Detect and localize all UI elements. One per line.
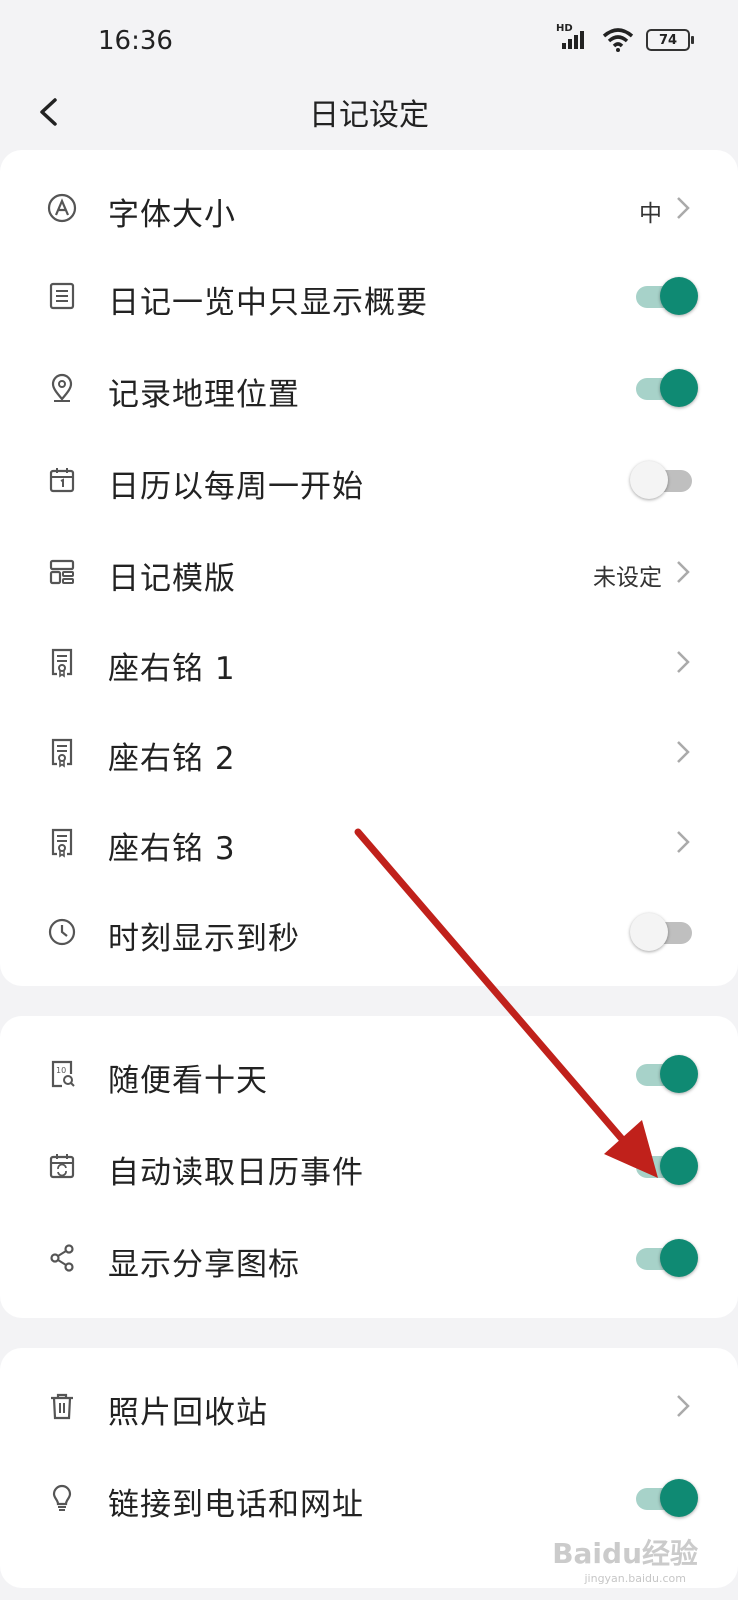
network-type-label: HD <box>556 23 573 34</box>
settings-card-features: 10 随便看十天 自动读取日历事件 显示分享图标 <box>0 1016 738 1318</box>
toggle-switch[interactable] <box>634 1054 698 1094</box>
chevron-right-icon <box>677 831 690 853</box>
cellular-signal-icon: HD <box>556 23 590 51</box>
status-time: 16:36 <box>98 26 173 56</box>
watermark-url: jingyan.baidu.com <box>584 1572 686 1585</box>
setting-label: 显示分享图标 <box>108 1247 300 1283</box>
setting-row-motto-2[interactable]: 座右铭 2 <box>0 706 738 798</box>
setting-label: 座右铭 1 <box>108 651 236 687</box>
clock-icon <box>48 918 76 946</box>
toggle-switch[interactable] <box>630 460 698 500</box>
svg-text:10: 10 <box>56 1066 66 1075</box>
setting-label: 座右铭 3 <box>108 831 236 867</box>
setting-label: 链接到电话和网址 <box>108 1487 364 1523</box>
certificate-icon <box>51 648 73 678</box>
setting-label: 随便看十天 <box>108 1063 268 1099</box>
setting-label: 日历以每周一开始 <box>108 469 364 505</box>
setting-label: 照片回收站 <box>108 1395 268 1431</box>
trash-icon <box>51 1393 73 1420</box>
chevron-right-icon <box>677 651 690 673</box>
chevron-right-icon <box>677 741 690 763</box>
toggle-switch[interactable] <box>634 276 698 316</box>
status-icons: HD 74 <box>556 23 694 52</box>
battery-level: 74 <box>658 32 678 48</box>
share-icon <box>50 1244 74 1272</box>
setting-row-diary-template[interactable]: 日记模版 未设定 <box>0 526 738 618</box>
setting-row-font-size[interactable]: 字体大小 中 <box>0 162 738 254</box>
toggle-switch[interactable] <box>634 1238 698 1278</box>
setting-label: 自动读取日历事件 <box>108 1155 364 1191</box>
chevron-right-icon <box>677 197 690 219</box>
setting-row-summary-only[interactable]: 日记一览中只显示概要 <box>0 250 738 342</box>
settings-card-display: 字体大小 中 日记一览中只显示概要 记录地理位置 日历以每周一开始 日记模版 未… <box>0 150 738 986</box>
template-icon <box>49 559 75 585</box>
chevron-right-icon <box>677 1395 690 1417</box>
setting-row-photo-recycle-bin[interactable]: 照片回收站 <box>0 1360 738 1452</box>
page-title: 日记设定 <box>309 98 429 133</box>
toggle-switch[interactable] <box>630 912 698 952</box>
setting-row-motto-1[interactable]: 座右铭 1 <box>0 616 738 708</box>
calendar-sync-icon <box>49 1154 75 1179</box>
setting-value: 中 <box>639 201 662 227</box>
setting-label: 座右铭 2 <box>108 741 236 777</box>
setting-row-motto-3[interactable]: 座右铭 3 <box>0 796 738 888</box>
wifi-icon <box>602 28 634 52</box>
list-icon <box>49 282 75 310</box>
watermark-logo: Baidu经验 <box>552 1537 698 1570</box>
setting-row-link-phone-url[interactable]: 链接到电话和网址 <box>0 1452 738 1544</box>
certificate-icon <box>51 738 73 768</box>
setting-value: 未设定 <box>593 565 662 591</box>
font-size-icon <box>47 193 77 223</box>
setting-row-show-share-icon[interactable]: 显示分享图标 <box>0 1212 738 1304</box>
calendar-icon <box>49 468 75 493</box>
setting-label: 时刻显示到秒 <box>108 921 300 957</box>
setting-row-record-location[interactable]: 记录地理位置 <box>0 342 738 434</box>
header: 日记设定 <box>0 80 738 150</box>
setting-row-show-seconds[interactable]: 时刻显示到秒 <box>0 886 738 978</box>
battery-icon: 74 <box>646 29 694 51</box>
chevron-right-icon <box>677 561 690 583</box>
lightbulb-icon <box>52 1484 72 1511</box>
toggle-switch[interactable] <box>634 1146 698 1186</box>
toggle-switch[interactable] <box>634 1478 698 1518</box>
setting-row-random-ten-days[interactable]: 10 随便看十天 <box>0 1028 738 1120</box>
toggle-switch[interactable] <box>634 368 698 408</box>
setting-label: 日记一览中只显示概要 <box>108 285 428 321</box>
location-pin-icon <box>51 373 73 402</box>
setting-row-auto-calendar-events[interactable]: 自动读取日历事件 <box>0 1120 738 1212</box>
status-bar: 16:36 HD 74 <box>0 0 738 80</box>
certificate-icon <box>51 828 73 858</box>
ten-days-icon: 10 <box>51 1060 75 1088</box>
setting-label: 日记模版 <box>108 561 236 597</box>
setting-label: 字体大小 <box>108 197 236 233</box>
setting-row-week-start-monday[interactable]: 日历以每周一开始 <box>0 434 738 526</box>
setting-label: 记录地理位置 <box>108 377 300 413</box>
